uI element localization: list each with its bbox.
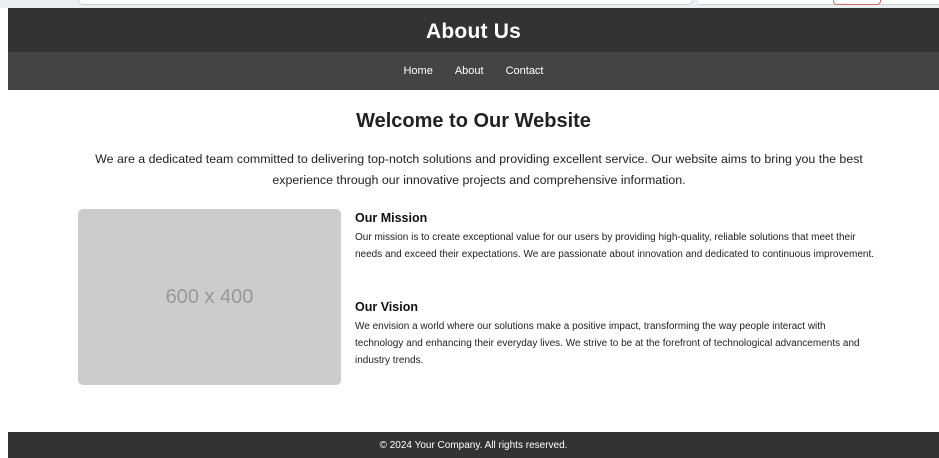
site-title: About Us: [426, 20, 521, 43]
browser-toolbar-area: [698, 0, 939, 5]
nav-link-contact[interactable]: Contact: [506, 65, 544, 77]
mission-section: Our Mission Our mission is to create exc…: [355, 211, 875, 263]
nav-link-home[interactable]: Home: [403, 65, 432, 77]
vision-section: Our Vision We envision a world where our…: [355, 300, 875, 369]
vision-title: Our Vision: [355, 300, 418, 314]
site-header: About Us Home About Contact: [8, 8, 939, 90]
footer-copyright: © 2024 Your Company. All rights reserved…: [379, 439, 568, 451]
nav-link-about[interactable]: About: [455, 65, 484, 77]
vision-text: We envision a world where our solutions …: [355, 321, 860, 366]
intro-paragraph: We are a dedicated team committed to del…: [95, 152, 863, 187]
welcome-heading: Welcome to Our Website: [356, 110, 591, 132]
site-footer: © 2024 Your Company. All rights reserved…: [8, 432, 939, 458]
main-nav: Home About Contact: [8, 52, 939, 90]
mission-text: Our mission is to create exceptional val…: [355, 232, 875, 260]
browser-address-bar[interactable]: [78, 0, 693, 5]
placeholder-image-label: 600 x 400: [165, 285, 254, 308]
browser-toolbar-button[interactable]: [833, 0, 881, 5]
mission-title: Our Mission: [355, 211, 428, 225]
placeholder-image: 600 x 400: [78, 209, 341, 385]
